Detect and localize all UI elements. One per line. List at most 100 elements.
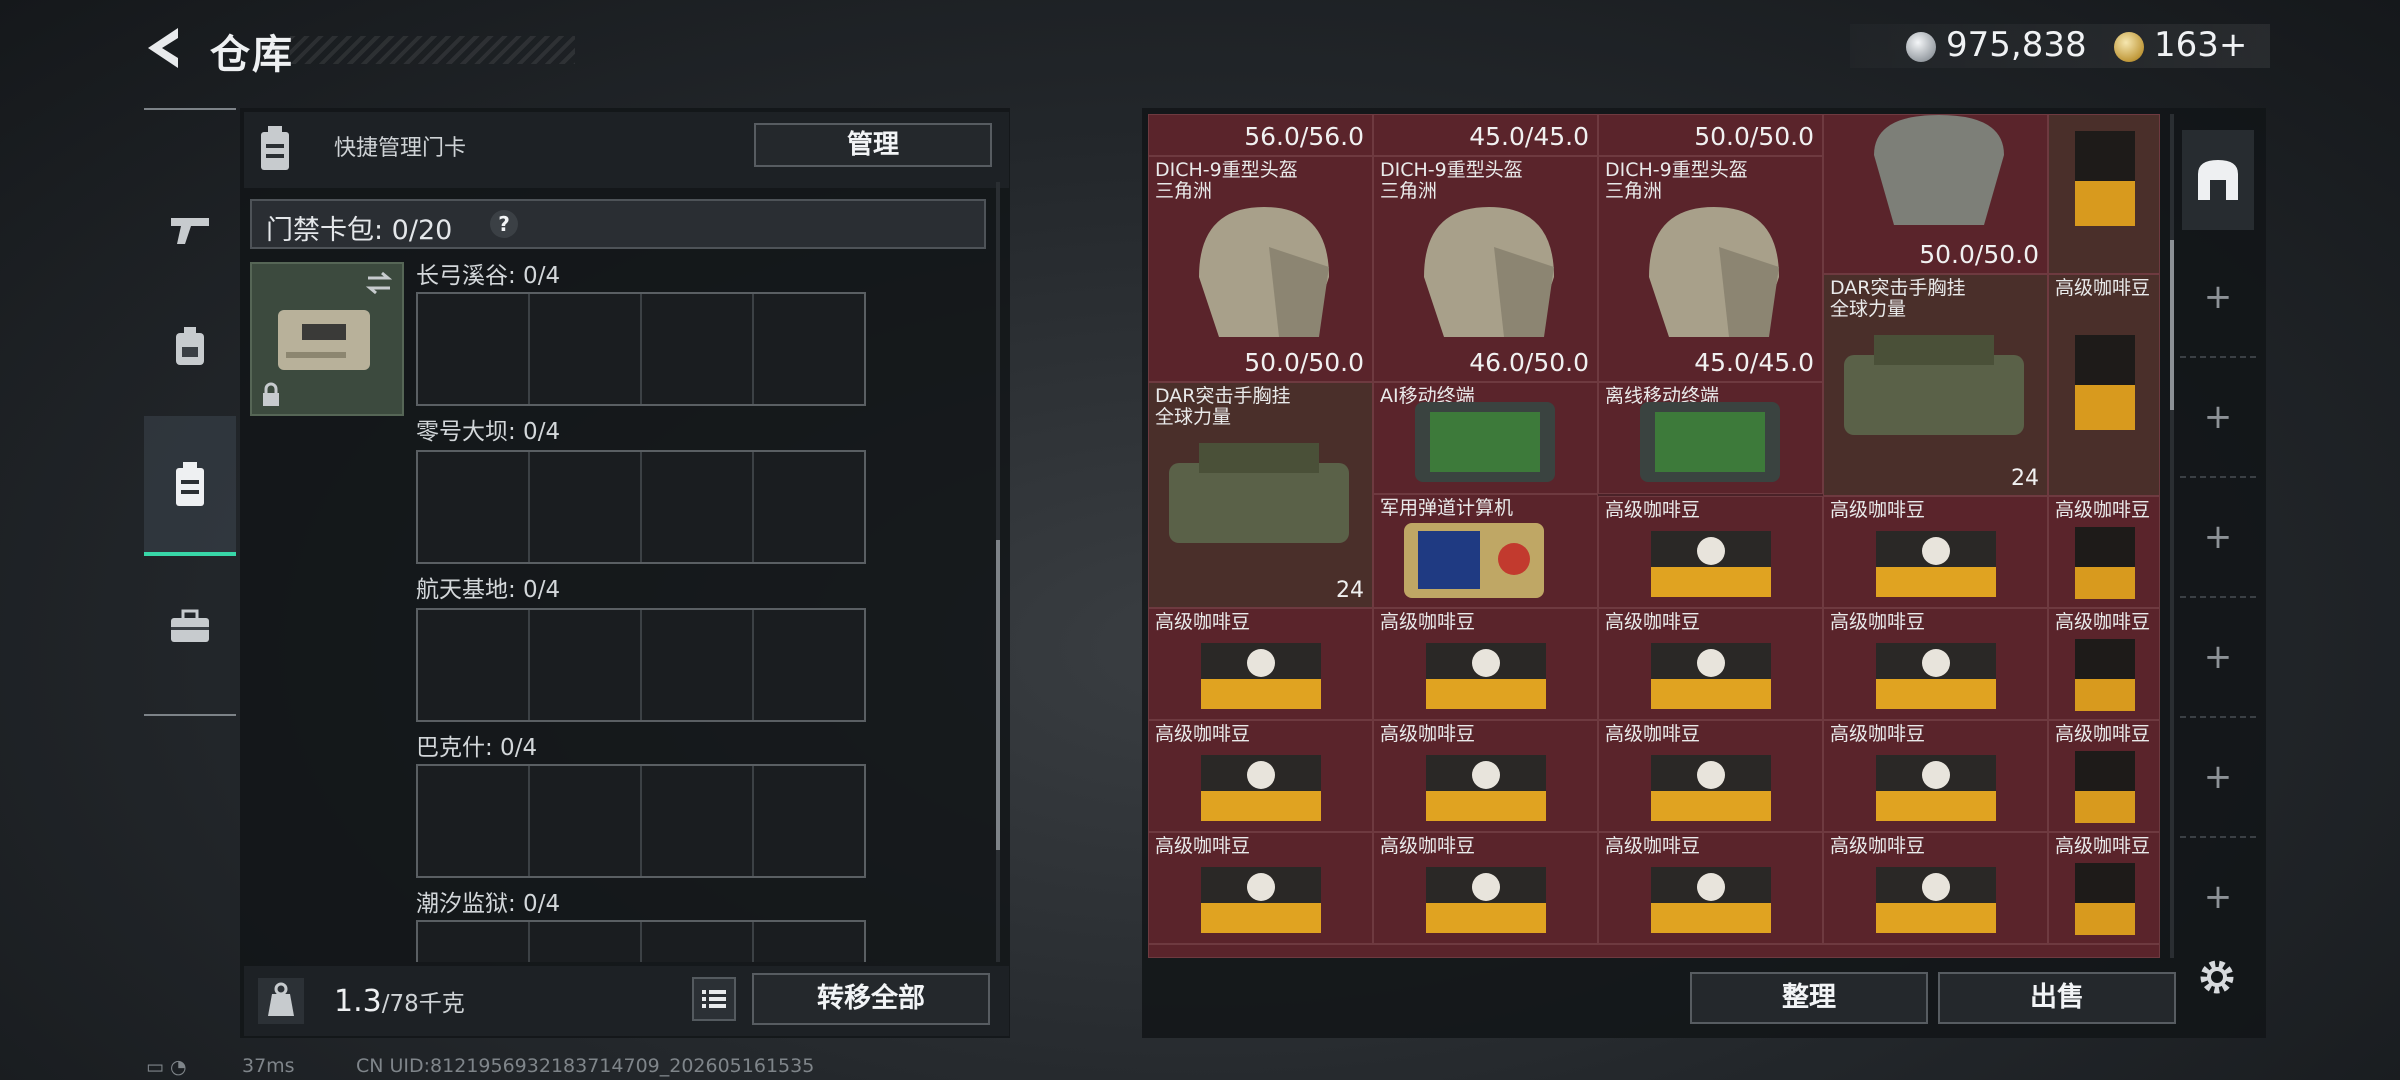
keycard-slots-changgong[interactable] [416, 292, 866, 406]
item-coffee-bean[interactable]: 高级咖啡豆 [1823, 720, 2048, 832]
warehouse-tab-main[interactable] [2182, 130, 2254, 230]
rail-tab-keycards[interactable] [144, 416, 236, 556]
keycard-slot[interactable] [418, 294, 530, 404]
keycard-slot[interactable] [642, 610, 754, 720]
warehouse-grid[interactable]: 56.0/56.0 45.0/45.0 50.0/50.0 DICH-9重型头盔… [1148, 114, 2160, 958]
tab-divider [2180, 356, 2256, 359]
back-icon[interactable] [140, 22, 192, 74]
keycard-wallet-item[interactable] [250, 262, 404, 416]
gear-icon[interactable] [2194, 954, 2240, 1000]
item-coffee-bean[interactable]: 高级咖啡豆 [1373, 720, 1598, 832]
item-coffee-bag[interactable]: 高级咖啡豆 [2048, 274, 2160, 496]
item-chest-rig[interactable]: DAR突击手胸挂 全球力量 24 [1823, 274, 2048, 496]
keycard-slot[interactable] [642, 922, 754, 962]
item-coffee-bean[interactable]: 高级咖啡豆 [1148, 720, 1373, 832]
organize-button[interactable]: 整理 [1690, 972, 1928, 1024]
keycard-slots-tidal-prison[interactable] [416, 920, 866, 962]
grid-scrollbar-thumb[interactable] [2170, 240, 2174, 410]
item-cell[interactable] [1148, 944, 2160, 958]
coffee-bean-icon [1426, 755, 1546, 821]
list-view-button[interactable] [692, 977, 736, 1021]
item-coffee-bean[interactable]: 高级咖啡豆 [2048, 720, 2160, 832]
item-coffee-bean[interactable]: 高级咖啡豆 [1823, 496, 2048, 608]
keycard-slot[interactable] [642, 294, 754, 404]
page-title: 仓库 [210, 32, 294, 78]
tab-divider [2180, 476, 2256, 479]
keycard-slot[interactable] [754, 294, 864, 404]
item-chest-rig[interactable]: DAR突击手胸挂 全球力量 24 [1148, 382, 1373, 608]
item-offline-terminal[interactable]: 离线移动终端 [1598, 382, 1823, 494]
swap-icon[interactable] [364, 270, 394, 296]
coffee-bean-icon [1201, 867, 1321, 933]
keycard-slots-dam[interactable] [416, 450, 866, 564]
item-coffee-bean[interactable]: 高级咖啡豆 [1598, 608, 1823, 720]
item-helmet[interactable]: DICH-9重型头盔 三角洲 46.0/50.0 [1373, 156, 1598, 382]
add-tab-button[interactable]: + [2196, 875, 2240, 919]
sell-button[interactable]: 出售 [1938, 972, 2176, 1024]
item-cell[interactable]: 45.0/45.0 [1373, 114, 1598, 156]
rail-tab-armor[interactable] [144, 276, 236, 416]
keycard-slot[interactable] [418, 610, 530, 720]
gold-balance[interactable]: 163+ [2154, 25, 2247, 65]
item-coffee-bean[interactable]: 高级咖啡豆 [1373, 608, 1598, 720]
keycard-slot[interactable] [418, 922, 530, 962]
item-coffee-bag[interactable] [2048, 114, 2160, 274]
keycard-slot[interactable] [530, 922, 642, 962]
keycard-slot[interactable] [530, 452, 642, 562]
keycard-slot[interactable] [418, 452, 530, 562]
keycard-scrollbar-thumb[interactable] [996, 540, 1000, 850]
manage-button[interactable]: 管理 [754, 123, 992, 167]
map-label-dam: 零号大坝: 0/4 [416, 419, 561, 445]
transfer-all-button[interactable]: 转移全部 [752, 973, 990, 1025]
item-helmet[interactable]: DICH-9重型头盔 三角洲 50.0/50.0 [1148, 156, 1373, 382]
add-tab-button[interactable]: + [2196, 635, 2240, 679]
keycard-slot[interactable] [754, 452, 864, 562]
helmet-icon [1649, 207, 1779, 337]
coffee-bean-icon [1651, 531, 1771, 597]
keycard-slots-space-base[interactable] [416, 608, 866, 722]
item-coffee-bean[interactable]: 高级咖啡豆 [2048, 832, 2160, 944]
keycard-slot[interactable] [530, 610, 642, 720]
coffee-bean-icon [2075, 527, 2135, 599]
rail-tab-supplies[interactable] [144, 556, 236, 696]
keycard-slot[interactable] [530, 294, 642, 404]
item-coffee-bean[interactable]: 高级咖啡豆 [1598, 832, 1823, 944]
item-coffee-bean[interactable]: 高级咖啡豆 [2048, 496, 2160, 608]
item-helmet[interactable]: 50.0/50.0 [1823, 114, 2048, 274]
keycard-slot[interactable] [754, 766, 864, 876]
silver-coin-icon [1906, 32, 1936, 62]
add-tab-button[interactable]: + [2196, 755, 2240, 799]
keycard-slot[interactable] [754, 610, 864, 720]
item-name: DAR突击手胸挂 全球力量 [1830, 277, 1966, 320]
keycard-wallet-label: 门禁卡包: 0/20 [266, 215, 453, 246]
weight-icon [258, 978, 304, 1024]
item-coffee-bean[interactable]: 高级咖啡豆 [1598, 496, 1823, 608]
item-coffee-bean[interactable]: 高级咖啡豆 [1148, 608, 1373, 720]
add-tab-button[interactable]: + [2196, 395, 2240, 439]
keycard-slot[interactable] [530, 766, 642, 876]
item-coffee-bean[interactable]: 高级咖啡豆 [1823, 608, 2048, 720]
item-coffee-bean[interactable]: 高级咖啡豆 [1823, 832, 2048, 944]
keycard-slots-bakesh[interactable] [416, 764, 866, 878]
keycard-slot[interactable] [642, 766, 754, 876]
keycard-slot[interactable] [754, 922, 864, 962]
item-coffee-bean[interactable]: 高级咖啡豆 [2048, 608, 2160, 720]
item-coffee-bean[interactable]: 高级咖啡豆 [1148, 832, 1373, 944]
item-helmet[interactable]: DICH-9重型头盔 三角洲 45.0/45.0 [1598, 156, 1823, 382]
item-ballistic-computer[interactable]: 军用弹道计算机 [1373, 494, 1598, 608]
item-coffee-bean[interactable]: 高级咖啡豆 [1373, 832, 1598, 944]
ping-readout: 37ms [242, 1055, 295, 1077]
keycard-slot[interactable] [642, 452, 754, 562]
item-coffee-bean[interactable]: 高级咖啡豆 [1598, 720, 1823, 832]
add-tab-button[interactable]: + [2196, 515, 2240, 559]
coffee-bean-icon [1876, 867, 1996, 933]
helmet-icon [1199, 207, 1329, 337]
item-ai-terminal[interactable]: AI移动终端 [1373, 382, 1598, 494]
add-gold-button[interactable]: + [2219, 25, 2248, 65]
keycard-slot[interactable] [418, 766, 530, 876]
item-name: 高级咖啡豆 [1380, 835, 1476, 857]
help-button[interactable]: ? [490, 210, 518, 238]
item-cell[interactable]: 50.0/50.0 [1598, 114, 1823, 156]
add-tab-button[interactable]: + [2196, 275, 2240, 319]
item-cell[interactable]: 56.0/56.0 [1148, 114, 1373, 156]
